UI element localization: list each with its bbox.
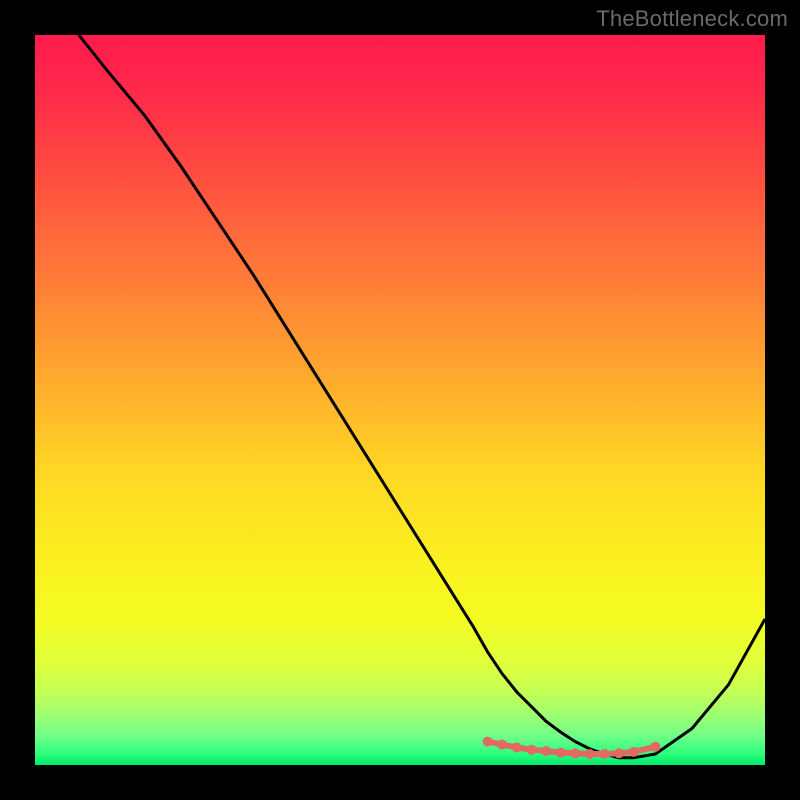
- highlight-dot: [526, 745, 536, 755]
- highlight-dot: [556, 748, 566, 758]
- highlight-dot: [570, 748, 580, 758]
- highlight-dot: [541, 746, 551, 756]
- highlight-dot: [585, 749, 595, 759]
- highlight-dot: [629, 747, 639, 757]
- chart-plot-area: [35, 35, 765, 765]
- highlight-dot: [614, 748, 624, 758]
- highlight-dot: [599, 749, 609, 759]
- highlight-dot: [497, 740, 507, 750]
- highlight-dot: [483, 737, 493, 747]
- highlight-dot: [651, 742, 661, 752]
- chart-svg: [35, 35, 765, 765]
- watermark-text: TheBottleneck.com: [596, 6, 788, 32]
- chart-frame: TheBottleneck.com: [0, 0, 800, 800]
- chart-line-curve: [79, 35, 765, 758]
- highlight-dot: [512, 743, 522, 753]
